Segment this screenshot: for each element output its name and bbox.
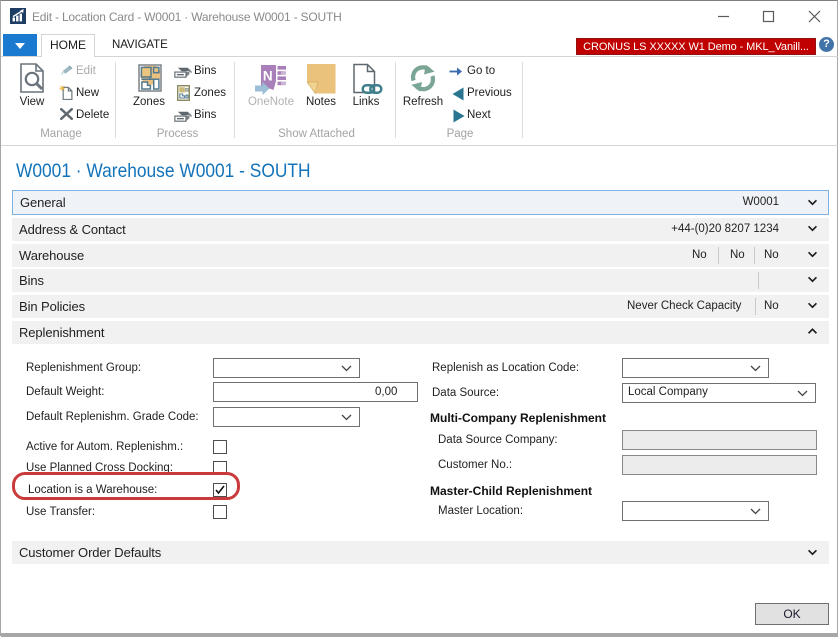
svg-text:N: N — [263, 69, 273, 84]
